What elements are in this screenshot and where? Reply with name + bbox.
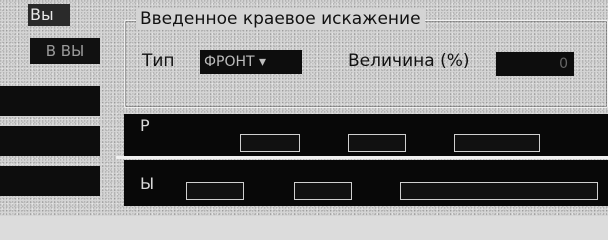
signal-track-top: Р [124, 114, 608, 156]
type-select-value: ФРОНТ [204, 54, 255, 70]
type-select[interactable]: ФРОНТ ▾ [200, 50, 302, 74]
chevron-down-icon: ▾ [259, 54, 267, 70]
signal-track-top-label: Р [140, 116, 150, 135]
distortion-window: Вы В ВЫ Введенное краевое искажение Тип … [0, 0, 608, 216]
left-panel-block-1[interactable] [0, 86, 100, 116]
signal-pulse [240, 134, 300, 152]
left-mode-button[interactable]: В ВЫ [30, 38, 100, 64]
type-label: Тип [142, 51, 175, 71]
left-header-label: Вы [28, 4, 70, 26]
left-panel-block-3[interactable] [0, 166, 100, 196]
signal-pulse [400, 182, 598, 200]
signal-track-bottom: Ы [124, 160, 608, 206]
magnitude-input[interactable]: 0 [496, 52, 574, 76]
signal-track-bottom-label: Ы [140, 174, 155, 193]
left-panel-block-2[interactable] [0, 126, 100, 156]
signal-pulse [294, 182, 352, 200]
distortion-group-title: Введенное краевое искажение [136, 8, 425, 30]
magnitude-label: Величина (%) [348, 51, 470, 71]
signal-pulse [454, 134, 540, 152]
signal-pulse [186, 182, 244, 200]
signal-pulse [348, 134, 406, 152]
track-divider [116, 156, 608, 159]
